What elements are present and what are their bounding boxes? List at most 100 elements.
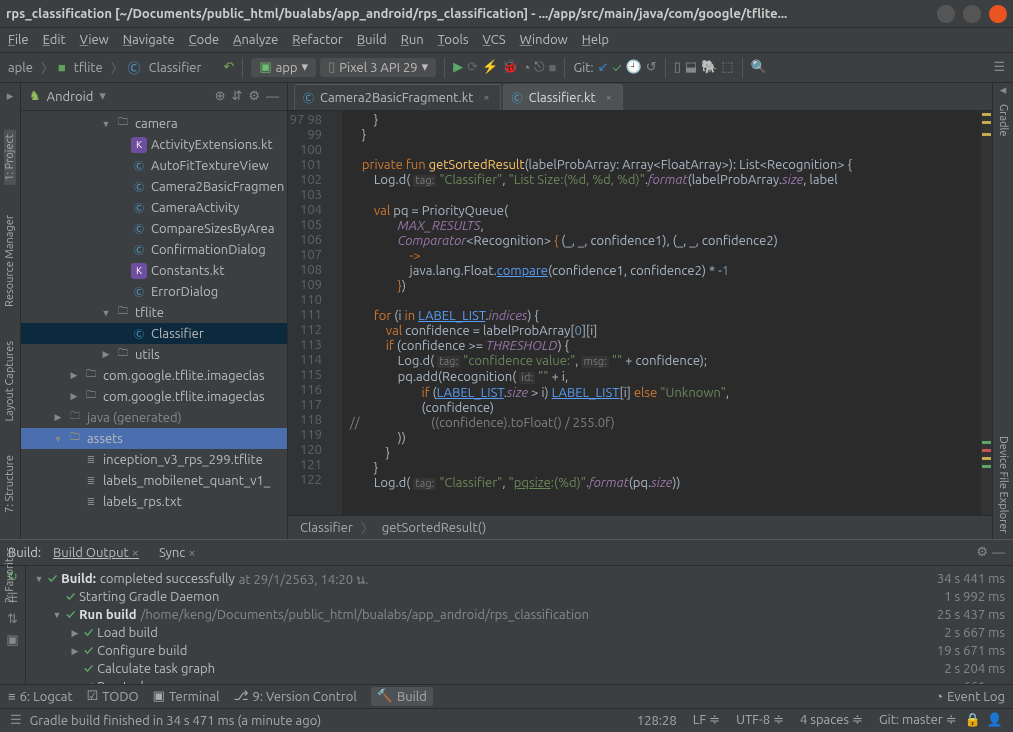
rail-gradle[interactable]: Gradle (997, 98, 1009, 143)
build-row[interactable]: ✓Calculate task graph2 s 204 ms (34, 660, 1005, 678)
sync-icon[interactable]: 🐘 (701, 60, 717, 75)
module-selector[interactable]: ▣app ▾ (251, 58, 316, 77)
build-tab-sync[interactable]: Sync × (151, 543, 204, 563)
menu-view[interactable]: View (80, 33, 109, 47)
tree-item[interactable]: ▶🗀utils (21, 344, 287, 365)
tree-item[interactable]: ⒸCamera2BasicFragmen (21, 176, 287, 197)
avd-icon[interactable]: ▯ (674, 60, 681, 75)
menu-help[interactable]: Help (582, 33, 609, 47)
menu-refactor[interactable]: Refactor (292, 33, 343, 47)
stop-icon[interactable]: ■ (549, 60, 557, 75)
build-tab-output[interactable]: Build Output × (45, 543, 147, 563)
rail-project[interactable]: 1: Project (4, 130, 16, 185)
tree-item[interactable]: ▶🗀com.google.tflite.imageclas (21, 386, 287, 407)
rail-resource-manager[interactable]: Resource Manager (4, 211, 16, 311)
close-icon[interactable]: × (483, 92, 489, 104)
menu-window[interactable]: Window (520, 33, 568, 47)
sdk-icon[interactable]: ⬓ (685, 60, 697, 75)
window-minimize[interactable] (937, 5, 955, 23)
tree-item[interactable]: ▼🗀assets (21, 428, 287, 449)
vcs-update-icon[interactable]: ↙ (598, 60, 609, 75)
build-row[interactable]: ▶✓Configure build19 s 671 ms (34, 642, 1005, 660)
window-close[interactable] (989, 5, 1007, 23)
tree-item[interactable]: ▶🗀com.google.tflite.imageclas (21, 365, 287, 386)
tree-item[interactable]: KActivityExtensions.kt (21, 134, 287, 155)
breadcrumb-pkg2[interactable]: tflite (70, 61, 107, 75)
breadcrumb-class[interactable]: Classifier (145, 61, 206, 75)
rail-device-file-explorer[interactable]: Device File Explorer (997, 430, 1009, 539)
status-filter-icon[interactable]: ☰ (10, 713, 22, 728)
build-row[interactable]: ✓Starting Gradle Daemon1 s 992 ms (34, 588, 1005, 606)
build-hide-icon[interactable]: — (992, 546, 1005, 560)
tree-item[interactable]: ⒸCameraActivity (21, 197, 287, 218)
lock-icon[interactable]: 🔒 (965, 713, 981, 728)
locate-icon[interactable]: ⊕ (215, 89, 226, 104)
menu-analyze[interactable]: Analyze (233, 33, 278, 47)
expand-icon[interactable]: ▣ (6, 633, 18, 648)
build-gear-icon[interactable]: ⚙ (976, 545, 988, 560)
debug-icon[interactable]: 🐞 (502, 60, 518, 75)
bottom-build[interactable]: 🔨 Build (371, 687, 433, 706)
menu-file[interactable]: File (8, 33, 29, 47)
menu-build[interactable]: Build (357, 33, 387, 47)
project-view-selector[interactable]: Android (47, 90, 94, 104)
code-editor[interactable]: } } private fun getSortedResult(labelPro… (342, 111, 980, 515)
editor-tab[interactable]: ⒸClassifier.kt× (503, 84, 623, 110)
bottom-terminal[interactable]: ▣ Terminal (153, 689, 220, 704)
menu-edit[interactable]: Edit (43, 33, 66, 47)
collapse-all-icon[interactable]: ⇵ (231, 89, 242, 104)
rail-layout-captures[interactable]: Layout Captures (4, 337, 16, 426)
status-git-branch[interactable]: Git: master ≑ (871, 713, 965, 728)
window-maximize[interactable] (963, 5, 981, 23)
menu-tools[interactable]: Tools (438, 33, 469, 47)
tree-item[interactable]: ⒸCompareSizesByArea (21, 218, 287, 239)
apply-code-icon[interactable]: ⚡ (482, 60, 498, 75)
tree-item[interactable]: ≣labels_mobilenet_quant_v1_ (21, 470, 287, 491)
tree-item[interactable]: ▶🗀java (generated) (21, 407, 287, 428)
toolbar-settings-icon[interactable]: ☰ (993, 60, 1009, 75)
rail-structure[interactable]: 7: Structure (4, 451, 16, 517)
bottom-event-log[interactable]: ◔ Event Log (935, 689, 1005, 704)
close-icon[interactable]: × (606, 92, 612, 104)
tree-item[interactable]: ⒸAutoFitTextureView (21, 155, 287, 176)
apply-changes-icon[interactable]: ⟳ (467, 60, 478, 75)
device-selector[interactable]: ▯Pixel 3 API 29 ▾ (320, 58, 436, 77)
editor-breadcrumb-fun[interactable]: getSortedResult() (382, 521, 487, 535)
vcs-commit-icon[interactable]: ✓ (612, 61, 621, 75)
bottom-logcat[interactable]: ≡ 6: Logcat (8, 689, 73, 704)
editor-tab[interactable]: ⒸCamera2BasicFragment.kt× (294, 84, 501, 110)
attach-icon[interactable]: ⎋ (534, 60, 544, 75)
tree-item[interactable]: ≣inception_v3_rps_299.tflite (21, 449, 287, 470)
rail-favorites[interactable]: 2: Favorites (4, 543, 16, 607)
tree-item[interactable]: ▼🗀tflite (21, 302, 287, 323)
menu-code[interactable]: Code (189, 33, 219, 47)
rail-expand-icon[interactable]: ◂ (1000, 83, 1007, 98)
tree-item[interactable]: ≣labels_rps.txt (21, 491, 287, 512)
bottom-version-control[interactable]: ⎇ 9: Version Control (234, 689, 357, 704)
menu-navigate[interactable]: Navigate (123, 33, 175, 47)
status-encoding[interactable]: UTF-8 ≑ (728, 713, 792, 728)
vcs-revert-icon[interactable]: ↺ (646, 60, 657, 75)
tree-item[interactable]: ⒸClassifier (21, 323, 287, 344)
toggle-icon[interactable]: ⇅ (7, 612, 18, 627)
hide-icon[interactable]: — (266, 90, 279, 104)
trash-icon[interactable]: 👤 (987, 713, 1003, 728)
build-row[interactable]: ▼✓Run build /home/keng/Documents/public_… (34, 606, 1005, 624)
status-line-sep[interactable]: LF ≑ (685, 713, 728, 728)
build-row[interactable]: ▼✓Build: completed successfully at 29/1/… (34, 570, 1005, 588)
breadcrumb-pkg[interactable]: aple (4, 61, 37, 75)
tree-item[interactable]: KConstants.kt (21, 260, 287, 281)
tree-item[interactable]: ▼🗀camera (21, 113, 287, 134)
back-icon[interactable]: ↶ (223, 60, 234, 75)
menu-run[interactable]: Run (401, 33, 424, 47)
build-row[interactable]: ▶✓Load build2 s 667 ms (34, 624, 1005, 642)
build-row[interactable]: ▶✓Run tasks661 ms (34, 678, 1005, 684)
status-caret-pos[interactable]: 128:28 (629, 714, 685, 728)
bottom-todo[interactable]: ☑ TODO (87, 689, 139, 704)
tree-item[interactable]: ⒸErrorDialog (21, 281, 287, 302)
search-icon[interactable]: 🔍 (751, 60, 767, 75)
vcs-history-icon[interactable]: 🕘 (626, 60, 642, 75)
menu-vcs[interactable]: VCS (483, 33, 506, 47)
editor-breadcrumb-class[interactable]: Classifier (300, 521, 353, 535)
structure-icon[interactable]: ⬚ (721, 60, 733, 75)
